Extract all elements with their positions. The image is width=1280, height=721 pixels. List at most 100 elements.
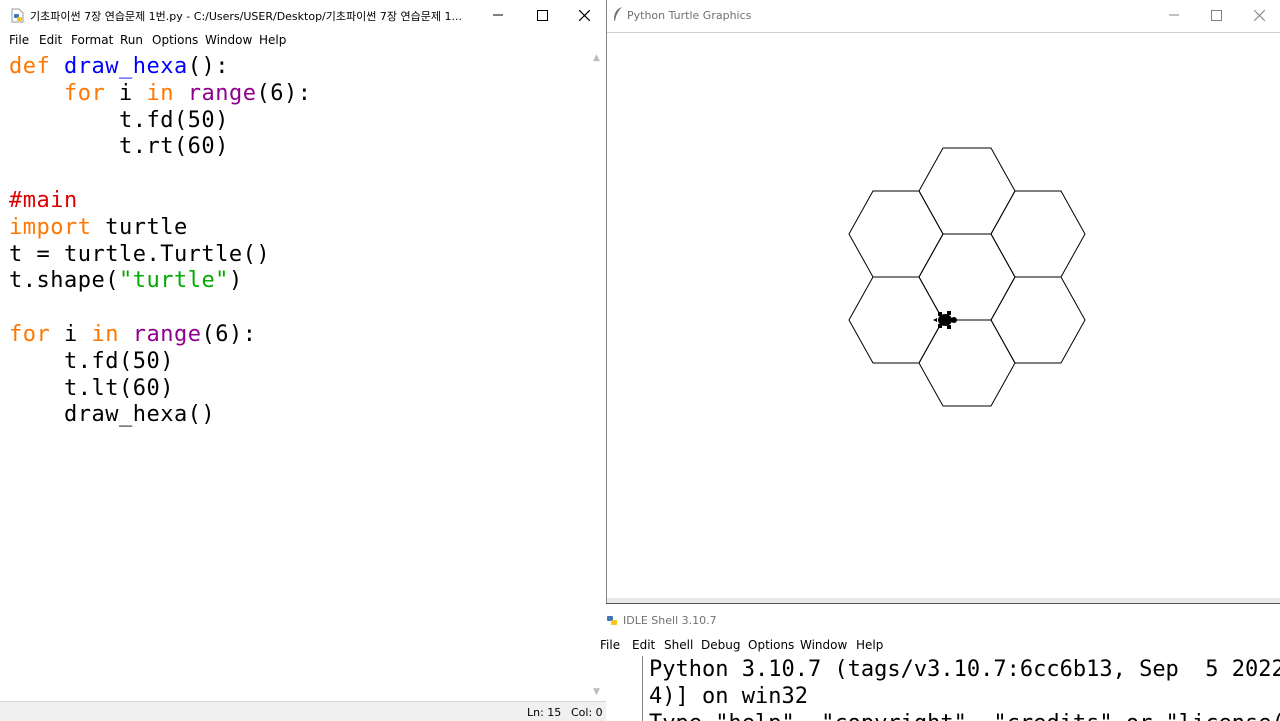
turtle-titlebar[interactable]: Python Turtle Graphics	[607, 0, 1280, 33]
hexagon	[918, 319, 1016, 407]
code-token: range	[187, 80, 257, 106]
code-token: draw_hexa	[63, 54, 188, 79]
menu-window[interactable]: Window	[205, 33, 252, 47]
code-token: for	[9, 322, 51, 347]
code-token: t.fd(50)	[9, 348, 174, 374]
editor-statusbar: Ln: 15 Col: 0	[0, 701, 606, 721]
shell-line: Python 3.10.7 (tags/v3.10.7:6cc6b13, Sep…	[649, 657, 1280, 682]
close-icon	[578, 9, 590, 21]
editor-window: 기초파이썬 7장 연습문제 1번.py - C:/Users/USER/Desk…	[0, 0, 606, 721]
code-token: in	[146, 80, 174, 106]
code-line: #main	[9, 187, 78, 214]
hexagon	[990, 276, 1086, 364]
shell-menu-edit[interactable]: Edit	[632, 638, 655, 652]
code-line: t.lt(60)	[9, 375, 174, 402]
code-token: t.shape(	[9, 268, 119, 294]
shell-window-title: IDLE Shell 3.10.7	[623, 614, 717, 627]
code-token: draw_hexa()	[9, 402, 216, 428]
python-file-icon	[11, 8, 24, 23]
hexagon	[918, 233, 1016, 321]
code-text-area[interactable]: def draw_hexa(): for i in range(6): t.fd…	[0, 51, 590, 701]
shell-line: Type "help", "copyright", "credits" or "…	[649, 710, 1280, 721]
code-line: for i in range(6):	[9, 321, 256, 348]
scroll-down-icon[interactable]: ▼	[593, 687, 600, 697]
shell-line: 4)] on win32	[649, 684, 808, 709]
code-token: range	[132, 322, 202, 347]
turtle-minimize-button[interactable]	[1152, 0, 1196, 30]
editor-titlebar[interactable]: 기초파이썬 7장 연습문제 1번.py - C:/Users/USER/Desk…	[0, 0, 606, 31]
close-button[interactable]	[562, 0, 606, 30]
menu-file[interactable]: File	[9, 33, 29, 47]
menu-options[interactable]: Options	[152, 33, 198, 47]
code-line: t.shape("turtle")	[9, 267, 243, 294]
code-line: for i in range(6):	[9, 80, 311, 107]
code-token: t.lt(60)	[9, 375, 174, 401]
turtle-window-title: Python Turtle Graphics	[627, 9, 752, 22]
shell-text-area[interactable]: Python 3.10.7 (tags/v3.10.7:6cc6b13, Sep…	[642, 656, 1280, 721]
shell-menu-debug[interactable]: Debug	[701, 638, 740, 652]
status-line: Ln: 15	[527, 706, 562, 719]
maximize-icon	[1210, 9, 1222, 21]
editor-menubar: File Edit Format Run Options Window Help	[0, 31, 606, 50]
scroll-up-icon[interactable]: ▲	[593, 53, 600, 63]
code-token: t.fd(50)	[9, 107, 229, 133]
code-line: def draw_hexa():	[9, 53, 229, 80]
turtle-close-button[interactable]	[1237, 0, 1280, 30]
turtle-canvas[interactable]	[607, 35, 1280, 600]
code-line: t.fd(50)	[9, 348, 174, 375]
code-token: i	[50, 322, 92, 347]
shell-menu-file[interactable]: File	[600, 638, 620, 652]
shell-menu-options[interactable]: Options	[748, 638, 794, 652]
menu-run[interactable]: Run	[120, 33, 143, 47]
code-token: for	[63, 80, 106, 106]
hexagon	[918, 147, 1016, 235]
turtle-window: Python Turtle Graphics	[606, 0, 1280, 603]
menu-edit[interactable]: Edit	[39, 33, 62, 47]
code-token: "turtle"	[118, 268, 229, 294]
code-token: t.rt(60)	[9, 134, 229, 160]
code-line: t.rt(60)	[9, 133, 229, 160]
close-icon	[1253, 9, 1265, 21]
hexagon	[990, 190, 1086, 278]
minimize-icon	[1169, 14, 1179, 16]
turtle-cursor-icon	[933, 311, 957, 329]
hexagon-drawing	[848, 147, 1086, 407]
shell-window: IDLE Shell 3.10.7 File Edit Shell Debug …	[600, 603, 1280, 721]
minimize-icon	[493, 14, 503, 16]
code-line: draw_hexa()	[9, 401, 215, 428]
code-token: in	[91, 322, 119, 347]
code-token: (6):	[256, 80, 312, 106]
python-shell-icon	[607, 616, 617, 625]
feather-icon	[614, 7, 622, 21]
code-line: t.fd(50)	[9, 107, 229, 134]
code-token: (6):	[201, 322, 257, 347]
menu-format[interactable]: Format	[71, 33, 113, 47]
turtle-maximize-button[interactable]	[1194, 0, 1238, 30]
code-token: ():	[187, 54, 229, 79]
maximize-icon	[536, 9, 548, 21]
code-token: import	[9, 214, 92, 240]
code-token: i	[105, 80, 147, 106]
shell-menubar: File Edit Shell Debug Options Window Hel…	[600, 636, 1280, 656]
code-token: )	[228, 268, 243, 294]
code-line: t = turtle.Turtle()	[9, 241, 270, 268]
code-line: import turtle	[9, 214, 188, 241]
shell-menu-shell[interactable]: Shell	[664, 638, 693, 652]
editor-vertical-scrollbar[interactable]: ▲ ▼	[590, 51, 606, 701]
shell-menu-help[interactable]: Help	[856, 638, 883, 652]
hexagon	[848, 276, 944, 364]
minimize-button[interactable]	[476, 0, 520, 30]
menu-help[interactable]: Help	[259, 33, 286, 47]
maximize-button[interactable]	[520, 0, 564, 30]
editor-title: 기초파이썬 7장 연습문제 1번.py - C:/Users/USER/Desk…	[30, 10, 462, 23]
status-col: Col: 0	[571, 706, 603, 719]
code-token: t = turtle.Turtle()	[9, 241, 271, 267]
hexagon	[848, 190, 944, 278]
code-token: turtle	[91, 214, 188, 240]
shell-sidebar	[606, 656, 642, 721]
code-token: def	[9, 54, 64, 79]
shell-menu-window[interactable]: Window	[800, 638, 847, 652]
